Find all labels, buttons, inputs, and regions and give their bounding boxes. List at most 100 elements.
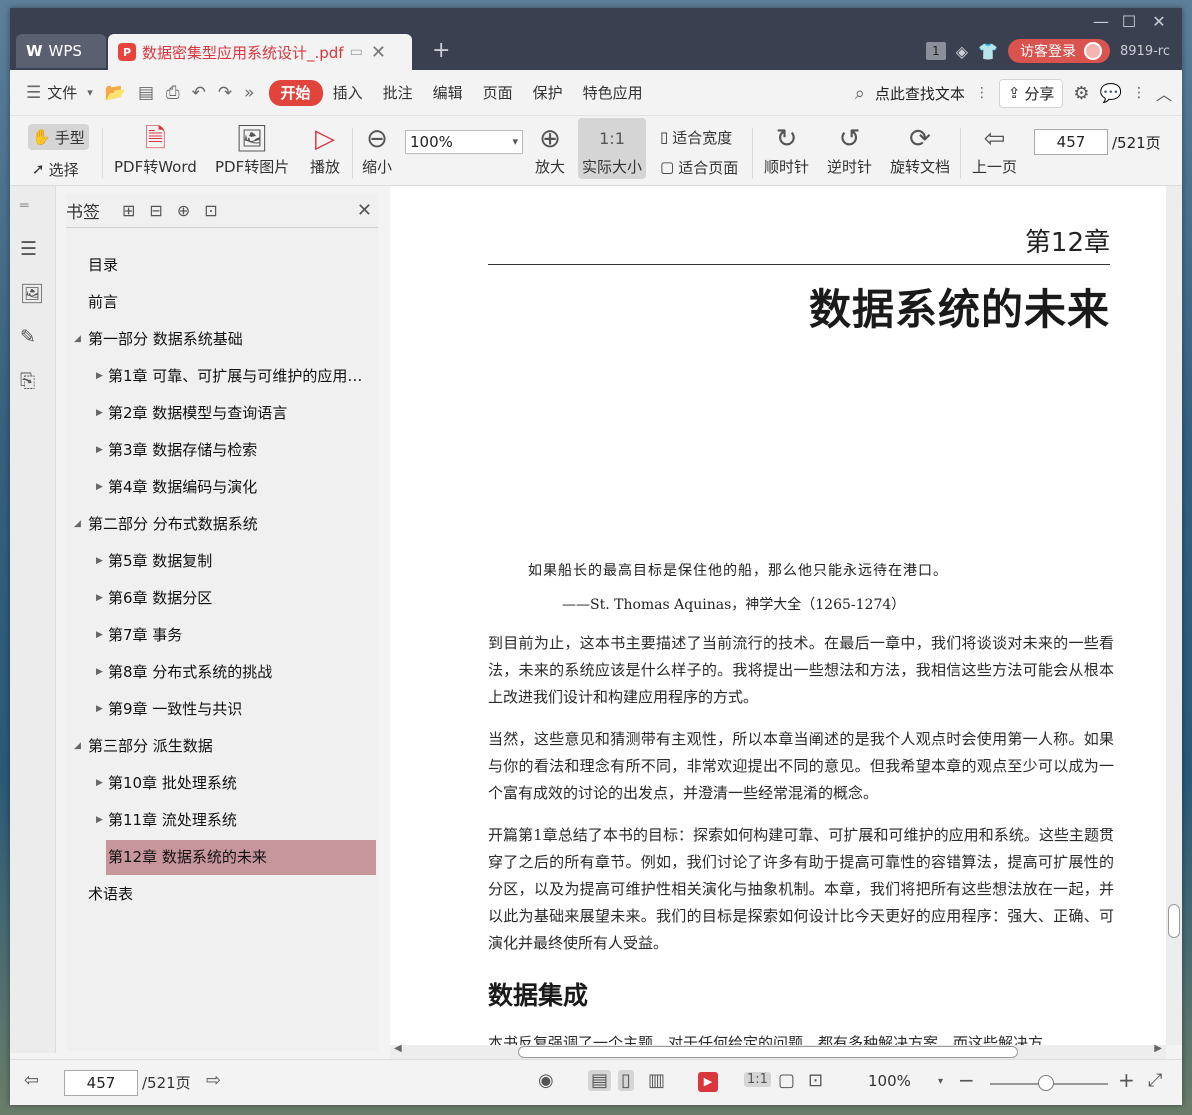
hand-tool-button[interactable]: ✋ 手型 (28, 124, 89, 150)
page-number-input[interactable]: 457 (1034, 129, 1108, 155)
scroll-right-icon[interactable]: ▶ (1154, 1043, 1162, 1054)
expand-arrow-icon[interactable]: ▶ (96, 766, 103, 801)
zoom-out-status-icon[interactable]: − (958, 1068, 975, 1092)
zoom-slider-handle[interactable] (1038, 1075, 1054, 1091)
find-text-button[interactable]: 点此查找文本 (875, 83, 965, 104)
menu-edit[interactable]: 编辑 (423, 82, 473, 103)
collapse-arrow-icon[interactable]: ◢ (74, 507, 81, 542)
menu-features[interactable]: 特色应用 (573, 82, 653, 103)
gear-icon[interactable]: ⚙ (1073, 83, 1089, 104)
monitor-icon[interactable]: ▭ (350, 44, 363, 60)
file-menu[interactable]: 文件 (47, 82, 87, 103)
menu-start[interactable]: 开始 (268, 79, 323, 106)
thumbnail-icon[interactable]: 🖼 (20, 282, 44, 305)
bookmark-item[interactable]: ▶ 第10章 批处理系统 (94, 766, 376, 801)
search-icon[interactable]: ⌕ (855, 83, 865, 104)
add-bookmark-icon[interactable]: ⊕ (177, 201, 190, 220)
zoom-select[interactable]: 100% (405, 130, 523, 154)
collapse-ribbon-icon[interactable]: ︿ (1156, 81, 1172, 105)
zoom-out-button[interactable]: ⊖ 缩小 (362, 122, 392, 177)
chevron-down-icon[interactable]: ▾ (87, 86, 99, 99)
scroll-left-icon[interactable]: ◀ (394, 1043, 402, 1054)
bookmark-item[interactable]: 前言 (88, 285, 368, 320)
horizontal-scroll-thumb[interactable] (518, 1046, 1018, 1058)
attachment-icon[interactable]: ⎘ (20, 370, 35, 392)
fullscreen-icon[interactable]: ⤢ (1148, 1070, 1162, 1091)
rotate-clockwise-button[interactable]: ↻ 顺时针 (764, 122, 809, 177)
select-tool-button[interactable]: ➚ 选择 (32, 156, 79, 182)
next-page-icon[interactable]: ⇨ (206, 1070, 221, 1091)
bookmark-item[interactable]: ▶ 第7章 事务 (94, 618, 376, 653)
open-folder-icon[interactable]: 📂 (99, 83, 132, 103)
bookmark-item[interactable]: ▶ 第11章 流处理系统 (94, 803, 376, 838)
expand-arrow-icon[interactable]: ▶ (96, 692, 103, 727)
expand-arrow-icon[interactable]: ▶ (96, 618, 103, 653)
shirt-icon[interactable]: 👕 (978, 42, 998, 61)
play-button[interactable]: ▷ 播放 (310, 122, 340, 177)
expand-arrow-icon[interactable]: ▶ (96, 655, 103, 690)
menu-protect[interactable]: 保护 (523, 82, 573, 103)
zoom-dropdown-icon[interactable]: ▾ (938, 1076, 943, 1087)
minimize-icon[interactable]: — (1086, 12, 1116, 31)
fit-width-status-icon[interactable]: ⊡ (808, 1070, 823, 1091)
close-window-icon[interactable]: ✕ (1144, 12, 1174, 31)
menu-insert[interactable]: 插入 (323, 82, 373, 103)
menu-annotate[interactable]: 批注 (373, 82, 423, 103)
expand-arrow-icon[interactable]: ▶ (96, 581, 103, 616)
more-vertical-icon[interactable]: ⋮ (975, 85, 989, 101)
two-page-icon[interactable]: ▥ (648, 1070, 665, 1091)
bookmark-item[interactable]: ◢ 第一部分 数据系统基础 (74, 322, 374, 357)
bookmark-item[interactable]: ▶ 第2章 数据模型与查询语言 (94, 396, 376, 431)
bookmark-item[interactable]: ▶ 第6章 数据分区 (94, 581, 376, 616)
prev-page-icon[interactable]: ⇦ (24, 1070, 39, 1091)
expand-arrow-icon[interactable]: ▶ (96, 359, 103, 394)
pdf-to-word-button[interactable]: 🗎 PDF转Word (114, 122, 197, 177)
new-tab-icon[interactable]: + (432, 38, 450, 63)
collapse-arrow-icon[interactable]: ◢ (74, 729, 81, 764)
status-page-input[interactable]: 457 (64, 1070, 138, 1096)
vertical-scrollbar[interactable] (1166, 186, 1182, 1045)
bookmark-item-selected[interactable]: ▶第12章 数据系统的未来 (106, 840, 376, 875)
bookmark-item[interactable]: ▶ 第1章 可靠、可扩展与可维护的应用系... (94, 359, 376, 394)
expand-all-icon[interactable]: ⊞ (122, 201, 135, 220)
collapse-arrow-icon[interactable]: ◢ (74, 322, 81, 357)
eye-protection-icon[interactable]: ◉ (538, 1070, 554, 1091)
print-icon[interactable]: ⎙ (160, 83, 186, 103)
bookmark-item[interactable]: 术语表 (88, 877, 368, 912)
bookmark-item[interactable]: ▶ 第3章 数据存储与检索 (94, 433, 376, 468)
collapse-all-icon[interactable]: ⊟ (149, 201, 162, 220)
skin-icon[interactable]: ◈ (956, 42, 968, 61)
menu-page[interactable]: 页面 (473, 82, 523, 103)
maximize-icon[interactable]: ☐ (1114, 12, 1144, 31)
bookmark-item[interactable]: 目录 (88, 248, 368, 283)
rotate-document-button[interactable]: ⟳ 旋转文档 (890, 122, 950, 177)
fit-width-button[interactable]: ▯ 适合宽度 (660, 124, 732, 150)
tab-document[interactable]: P 数据密集型应用系统设计_.pdf ▭ ✕ (108, 34, 412, 70)
tab-wps-home[interactable]: W WPS (16, 34, 106, 68)
rotate-counterclockwise-button[interactable]: ↺ 逆时针 (827, 122, 872, 177)
fit-page-button[interactable]: ▢ 适合页面 (660, 154, 738, 180)
single-page-icon[interactable]: ▤ (588, 1070, 612, 1091)
expand-arrow-icon[interactable]: ▶ (96, 396, 103, 431)
bookmark-item[interactable]: ▶ 第8章 分布式系统的挑战 (94, 655, 376, 690)
slideshow-play-icon[interactable]: ▶ (698, 1072, 718, 1092)
bookmark-item[interactable]: ◢ 第三部分 派生数据 (74, 729, 374, 764)
actual-size-button[interactable]: 1:1 实际大小 (578, 118, 647, 179)
close-tab-icon[interactable]: ✕ (371, 42, 386, 63)
fit-page-status-icon[interactable]: ▢ (778, 1070, 795, 1091)
zoom-in-status-icon[interactable]: + (1118, 1068, 1135, 1092)
expand-arrow-icon[interactable]: ▶ (96, 803, 103, 838)
prev-page-button[interactable]: ⇦ 上一页 (972, 122, 1017, 177)
comment-icon[interactable]: 💬 (1100, 83, 1122, 104)
expand-arrow-icon[interactable]: ▶ (96, 433, 103, 468)
share-button[interactable]: ⇪ 分享 (998, 78, 1064, 108)
bookmark-item[interactable]: ◢ 第二部分 分布式数据系统 (74, 507, 374, 542)
window-count-badge[interactable]: 1 (925, 42, 946, 60)
bookmark-item[interactable]: ▶ 第5章 数据复制 (94, 544, 376, 579)
bookmark-options-icon[interactable]: ⊡ (204, 201, 217, 220)
expand-arrow-icon[interactable]: ▶ (96, 470, 103, 505)
vertical-scroll-thumb[interactable] (1168, 904, 1180, 938)
annotation-icon[interactable]: ✎ (20, 326, 36, 348)
horizontal-scrollbar[interactable]: ◀ ▶ (390, 1043, 1166, 1059)
pdf-to-image-button[interactable]: 🖼 PDF转图片 (215, 122, 289, 177)
